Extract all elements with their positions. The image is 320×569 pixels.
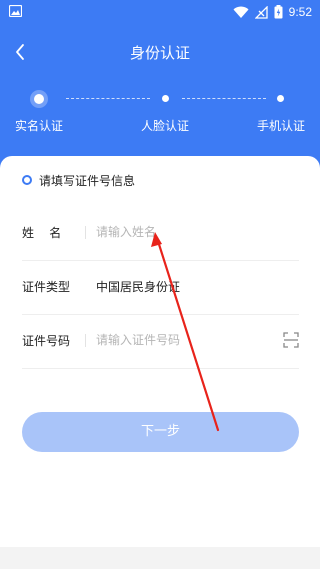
step-connector (182, 98, 266, 99)
step-dot-face (162, 95, 169, 102)
status-bar: 9:52 (0, 0, 320, 24)
name-input[interactable] (96, 220, 276, 244)
bottom-area (0, 547, 320, 569)
id-type-label: 证件类型 (22, 280, 71, 294)
step-label-real-name: 实名认证 (15, 119, 64, 133)
step-connector (66, 98, 150, 99)
scan-icon[interactable] (283, 332, 299, 348)
id-type-row[interactable]: 证件类型 中国居民身份证 (22, 260, 299, 315)
name-label: 姓 名 (22, 226, 62, 240)
step-dot-phone (277, 95, 284, 102)
id-type-value[interactable]: 中国居民身份证 (96, 278, 180, 295)
section-header: 请填写证件号信息 (22, 170, 135, 190)
field-divider (85, 226, 86, 239)
image-icon (9, 5, 22, 17)
step-label-phone: 手机认证 (257, 119, 306, 133)
header: 身份认证 (0, 34, 320, 70)
page-title: 身份认证 (129, 44, 190, 62)
id-number-input[interactable] (96, 328, 276, 352)
id-number-label: 证件号码 (22, 334, 71, 348)
step-dot-real-name (34, 94, 44, 104)
identity-verification-screen: 9:52 身份认证 实名认证 人脸认证 手机认证 请填写证件号信息 姓 名 请输… (0, 0, 320, 569)
field-divider (85, 334, 86, 347)
signal-off-icon (254, 5, 268, 19)
wifi-icon (233, 6, 249, 18)
status-time: 9:52 (288, 5, 312, 19)
section-title: 请填写证件号信息 (39, 173, 136, 188)
name-row: 姓 名 (22, 206, 299, 261)
section-bullet-icon (22, 175, 32, 185)
next-step-button[interactable]: 下一步 (22, 412, 299, 452)
status-right-group: 9:52 (233, 3, 312, 21)
form-card: 请填写证件号信息 姓 名 证件类型 中国居民身份证 证件号码 下一步 (0, 156, 320, 547)
id-number-row: 证件号码 (22, 314, 299, 369)
verification-stepper: 实名认证 人脸认证 手机认证 (0, 84, 320, 144)
step-label-face: 人脸认证 (141, 119, 190, 133)
battery-charging-icon (274, 5, 283, 19)
